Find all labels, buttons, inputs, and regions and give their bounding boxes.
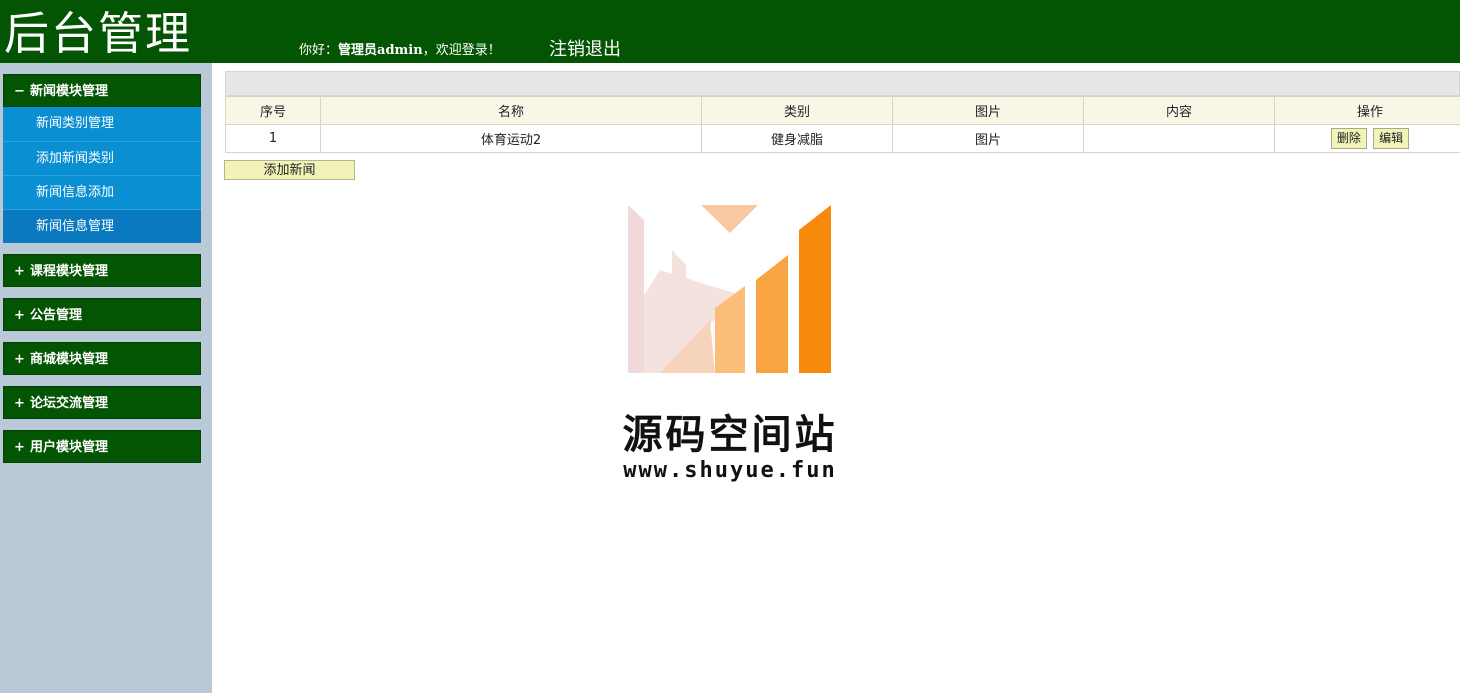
menu-head-shop[interactable]: + 商城模块管理 [3, 342, 201, 375]
menu-group-user: + 用户模块管理 [3, 430, 201, 463]
table-toolbar [225, 71, 1460, 96]
cell-name: 体育运动2 [320, 124, 702, 153]
cell-content [1083, 124, 1275, 153]
page-title: 后台管理 [4, 7, 193, 60]
menu-group-news: − 新闻模块管理 新闻类别管理 添加新闻类别 新闻信息添加 新闻信息管理 [3, 74, 201, 243]
welcome-message: 你好：管理员admin，欢迎登录！ [299, 39, 501, 58]
watermark: 源码空间站 www.shuyue.fun [600, 200, 860, 500]
menu-group-forum: + 论坛交流管理 [3, 386, 201, 419]
main-content: 序号 名称 类别 图片 内容 操作 1 体育运动2 健身减脂 图片 删除 编辑 [224, 71, 1460, 180]
menu-head-label: 课程模块管理 [30, 264, 109, 279]
current-user: 管理员admin [338, 43, 423, 58]
expand-icon: + [14, 440, 25, 455]
column-header-content: 内容 [1083, 96, 1275, 125]
watermark-text: 源码空间站 [622, 412, 838, 458]
sidebar-item-add-news-category[interactable]: 添加新闻类别 [3, 141, 201, 175]
menu-head-label: 新闻模块管理 [30, 84, 109, 99]
cell-category: 健身减脂 [701, 124, 893, 153]
column-header-index: 序号 [225, 96, 321, 125]
table-header-row: 序号 名称 类别 图片 内容 操作 [225, 96, 1460, 125]
sidebar-item-add-news-info[interactable]: 新闻信息添加 [3, 175, 201, 209]
news-table: 序号 名称 类别 图片 内容 操作 1 体育运动2 健身减脂 图片 删除 编辑 [225, 96, 1460, 153]
sidebar-item-news-info-manage[interactable]: 新闻信息管理 [3, 209, 201, 243]
sidebar: − 新闻模块管理 新闻类别管理 添加新闻类别 新闻信息添加 新闻信息管理 + 课程模… [0, 63, 212, 693]
menu-group-course: + 课程模块管理 [3, 254, 201, 287]
top-header: 后台管理 你好：管理员admin，欢迎登录！ 注销退出 [0, 0, 1460, 63]
table-row: 1 体育运动2 健身减脂 图片 删除 编辑 [225, 124, 1460, 153]
column-header-category: 类别 [701, 96, 893, 125]
add-news-button[interactable]: 添加新闻 [224, 160, 355, 180]
menu-head-label: 用户模块管理 [30, 440, 109, 455]
menu-group-shop: + 商城模块管理 [3, 342, 201, 375]
submenu-news: 新闻类别管理 添加新闻类别 新闻信息添加 新闻信息管理 [3, 107, 201, 243]
sidebar-item-news-category-manage[interactable]: 新闻类别管理 [3, 107, 201, 141]
menu-head-course[interactable]: + 课程模块管理 [3, 254, 201, 287]
menu-head-news[interactable]: − 新闻模块管理 [3, 74, 201, 107]
delete-button[interactable]: 删除 [1330, 128, 1367, 149]
menu-head-forum[interactable]: + 论坛交流管理 [3, 386, 201, 419]
greeting-suffix: ，欢迎登录！ [422, 43, 501, 58]
edit-button[interactable]: 编辑 [1373, 128, 1410, 149]
watermark-logo-icon [628, 205, 831, 373]
menu-head-notice[interactable]: + 公告管理 [3, 298, 201, 331]
menu-head-label: 论坛交流管理 [30, 396, 109, 411]
menu-head-label: 商城模块管理 [30, 352, 109, 367]
expand-icon: + [14, 264, 25, 279]
expand-icon: + [14, 308, 25, 323]
watermark-url: www.shuyue.fun [623, 458, 837, 483]
logout-link[interactable]: 注销退出 [549, 35, 621, 61]
cell-image: 图片 [892, 124, 1084, 153]
menu-head-user[interactable]: + 用户模块管理 [3, 430, 201, 463]
column-header-actions: 操作 [1274, 96, 1460, 125]
menu-head-label: 公告管理 [30, 308, 83, 323]
greeting-prefix: 你好： [299, 43, 339, 58]
expand-icon: + [14, 396, 25, 411]
column-header-image: 图片 [892, 96, 1084, 125]
expand-icon: + [14, 352, 25, 367]
collapse-icon: − [14, 84, 25, 99]
cell-index: 1 [225, 124, 321, 153]
menu-group-notice: + 公告管理 [3, 298, 201, 331]
cell-actions: 删除 编辑 [1274, 124, 1460, 153]
column-header-name: 名称 [320, 96, 702, 125]
